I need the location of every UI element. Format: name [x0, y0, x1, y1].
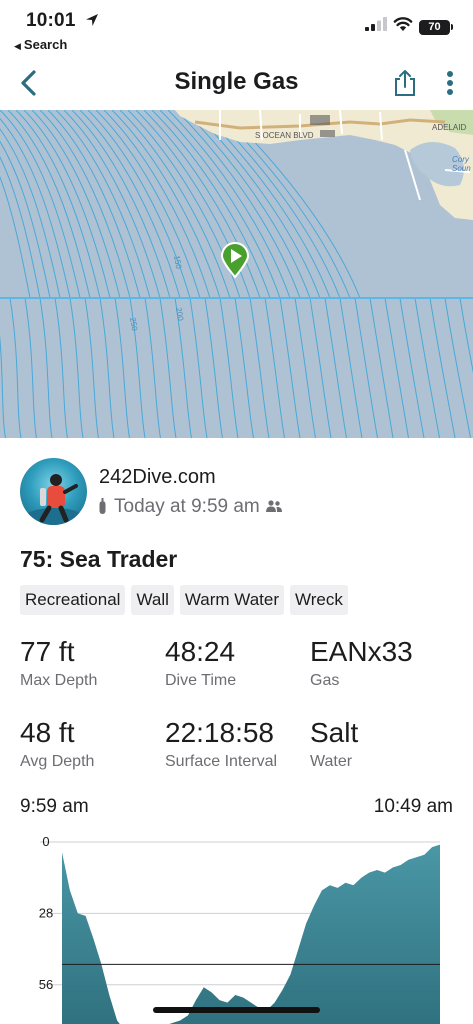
dive-tags: Recreational Wall Warm Water Wreck [20, 585, 354, 615]
location-arrow-icon [86, 14, 98, 26]
dive-timestamp-text: Today at 9:59 am [114, 496, 260, 517]
stat-avg-depth: 48 ft Avg Depth [20, 717, 170, 771]
contour-line [111, 110, 285, 438]
contour-line [95, 110, 254, 438]
chart-end-time: 10:49 am [373, 796, 453, 817]
chart-start-time: 9:59 am [20, 796, 89, 817]
more-options-icon[interactable] [440, 68, 460, 98]
contour-line [0, 176, 31, 299]
home-indicator[interactable] [153, 1007, 320, 1013]
dive-site-map[interactable]: S OCEAN BLVD ADELAID Cory Soun 150 200 2… [0, 110, 473, 438]
water-value: Salt [310, 717, 359, 748]
diver-avatar-image [24, 474, 84, 525]
max-depth-label: Max Depth [20, 672, 98, 689]
contour-label-150: 150 [172, 255, 183, 270]
share-icon[interactable] [392, 68, 418, 98]
dive-title: 75: Sea Trader [20, 546, 178, 572]
back-to-app-link[interactable]: ◀ Search [14, 37, 67, 52]
diver-profile: 242Dive.com Today at 9:59 am [20, 458, 460, 526]
max-depth-value: 77 ft [20, 636, 75, 667]
bathymetry-map: S OCEAN BLVD ADELAID Cory Soun 150 200 2… [0, 110, 473, 438]
water-label-1: Cory [452, 155, 470, 164]
avatar[interactable] [20, 458, 87, 525]
contour-line [23, 110, 115, 438]
contour-line [191, 110, 440, 438]
dive-site-pin-icon[interactable] [220, 242, 250, 279]
water-label: Water [310, 753, 353, 770]
chart-y-tick-label: 28 [39, 905, 53, 920]
battery-cap [451, 24, 453, 30]
tag-wall[interactable]: Wall [131, 585, 174, 615]
place-label: ADELAID [432, 123, 466, 132]
surface-interval-value: 22:18:58 [165, 717, 274, 748]
road-label: S OCEAN BLVD [255, 131, 314, 140]
avg-depth-value: 48 ft [20, 717, 75, 748]
contour-line [39, 110, 146, 438]
buddies-icon [265, 500, 282, 512]
surface-interval-label: Surface Interval [165, 753, 278, 770]
chart-y-tick-label: 0 [42, 834, 49, 849]
dive-timestamp: Today at 9:59 am [99, 496, 282, 518]
back-app-label: Search [23, 37, 68, 52]
dive-time-label: Dive Time [165, 672, 237, 689]
stat-gas: EANx33 Gas [310, 636, 460, 690]
stat-surface-interval: 22:18:58 Surface Interval [165, 717, 315, 771]
gas-value: EANx33 [310, 636, 413, 667]
dive-profile-svg: 0 28 56 [39, 834, 440, 1024]
dive-time-value: 48:24 [165, 636, 236, 667]
contour-line [119, 110, 301, 438]
diver-name[interactable]: 242Dive.com [99, 466, 216, 489]
contour-line [7, 110, 91, 438]
back-triangle-icon: ◀ [14, 41, 21, 51]
contour-line [151, 110, 363, 438]
stat-max-depth: 77 ft Max Depth [20, 636, 170, 690]
tag-warm-water[interactable]: Warm Water [179, 585, 285, 615]
contour-line [0, 156, 41, 438]
contour-label-200: 200 [174, 307, 185, 322]
clock: 10:01 [26, 10, 76, 31]
water-label-2: Soun [452, 164, 471, 173]
tag-recreational[interactable]: Recreational [20, 585, 126, 615]
tag-wreck[interactable]: Wreck [290, 585, 348, 615]
stat-dive-time: 48:24 Dive Time [165, 636, 315, 690]
chart-y-tick-label: 56 [39, 977, 53, 992]
contour-label-250: 250 [128, 317, 139, 332]
gas-label: Gas [310, 672, 340, 689]
navigation-bar: Single Gas [0, 58, 473, 108]
contour-line [15, 110, 101, 438]
status-bar: 10:01 ◀ Search 70 [0, 0, 473, 58]
avg-depth-label: Avg Depth [20, 753, 95, 770]
stat-water: Salt Water [310, 717, 460, 771]
battery-indicator: 70 [419, 20, 450, 35]
wifi-icon [393, 17, 413, 31]
contour-line [31, 110, 130, 438]
depth-area [62, 844, 440, 1024]
tank-icon [99, 498, 106, 514]
dive-profile-chart[interactable]: 0 28 56 [0, 826, 473, 1024]
cellular-signal-icon [365, 17, 387, 31]
